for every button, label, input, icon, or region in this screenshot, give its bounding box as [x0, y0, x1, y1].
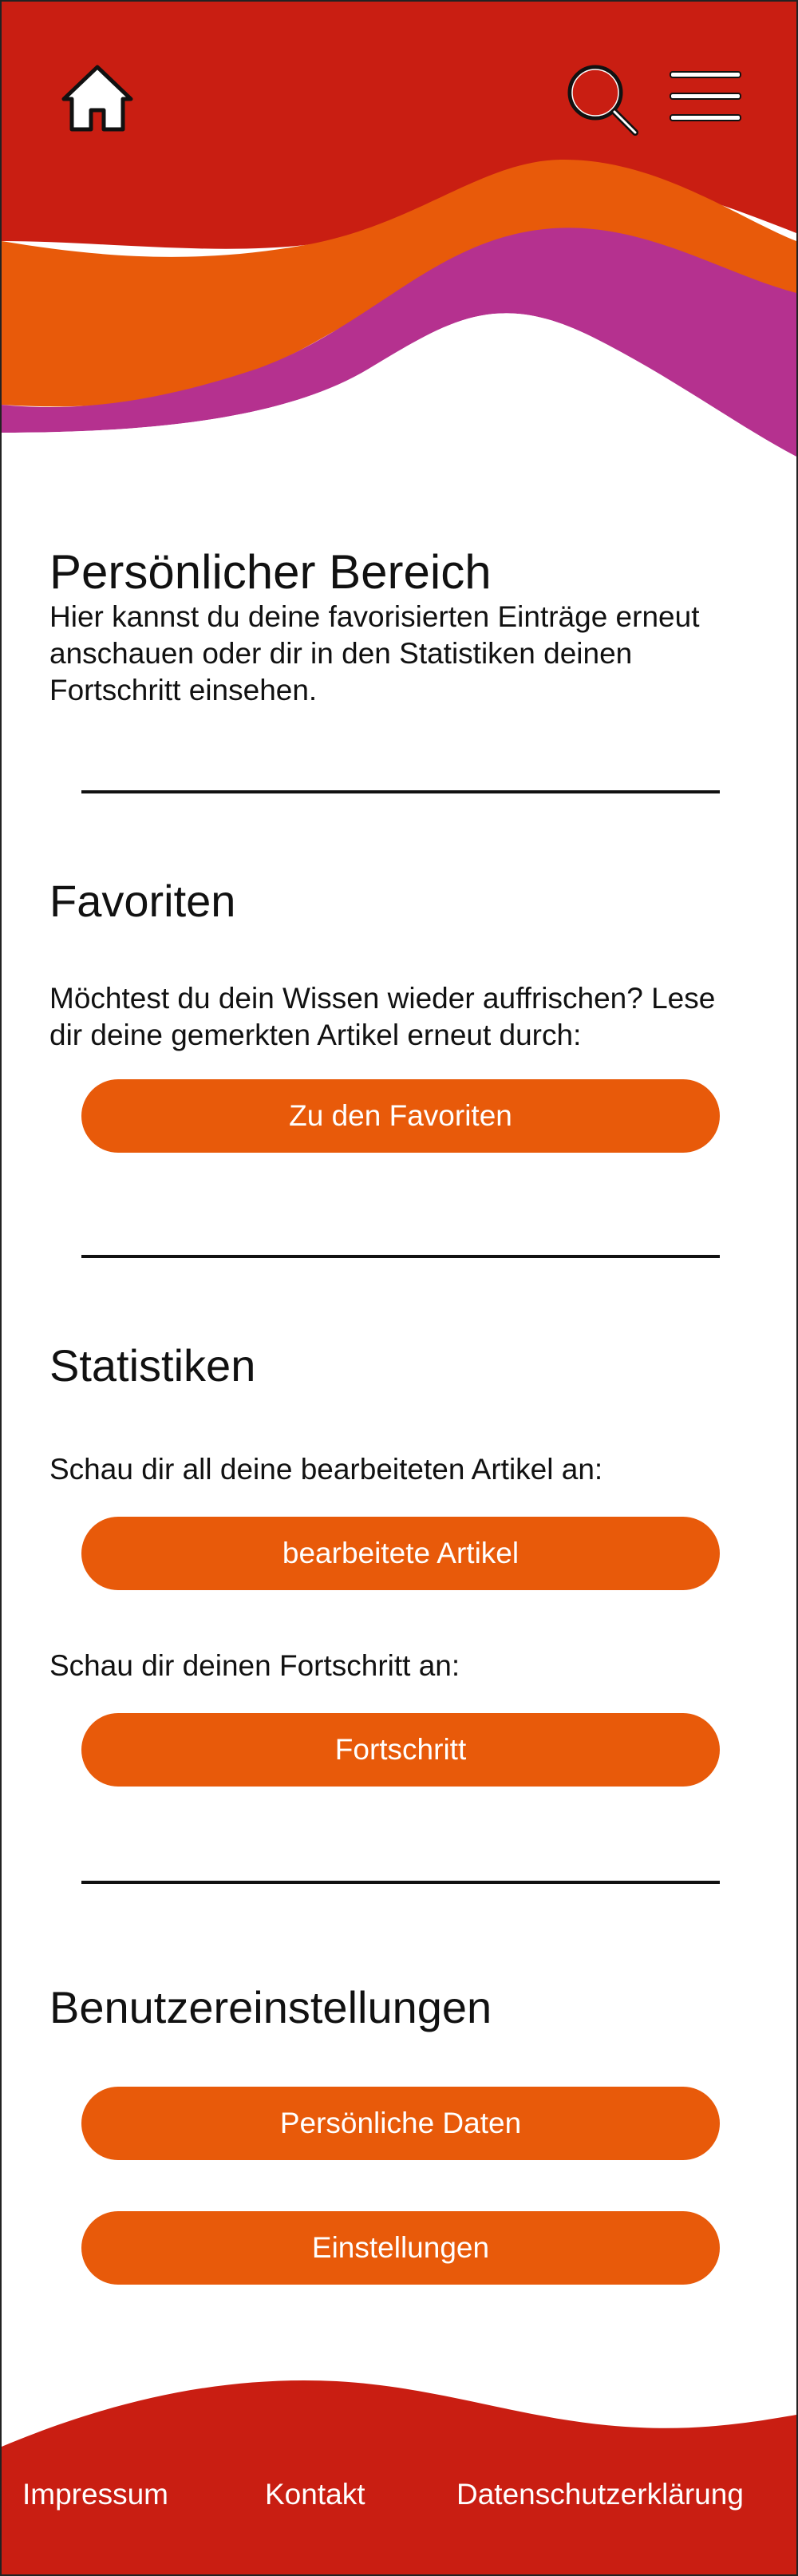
settings-button[interactable]: Einstellungen — [81, 2211, 720, 2285]
search-icon[interactable] — [565, 62, 638, 136]
user-settings-title: Benutzereinstellungen — [49, 1982, 492, 2032]
footer-links: Impressum Kontakt Datenschutzerklärung — [2, 2475, 796, 2523]
footer: Impressum Kontakt Datenschutzerklärung — [2, 2375, 796, 2574]
progress-button[interactable]: Fortschritt — [81, 1713, 720, 1787]
edited-articles-button[interactable]: bearbeitete Artikel — [81, 1517, 720, 1590]
page-title: Persönlicher Bereich — [49, 545, 492, 599]
statistics-title: Statistiken — [49, 1340, 256, 1391]
favorites-title: Favoriten — [49, 876, 236, 926]
favorites-text: Möchtest du dein Wissen wieder auffrisch… — [49, 982, 716, 1051]
articles-text: Schau dir all deine bearbeiteten Artikel… — [49, 1453, 603, 1486]
home-icon[interactable] — [59, 62, 136, 134]
impressum-link[interactable]: Impressum — [22, 2475, 168, 2515]
favorites-button[interactable]: Zu den Favoriten — [81, 1079, 720, 1153]
page: Persönlicher Bereich Hier kannst du dein… — [0, 0, 798, 2576]
intro-text: Hier kannst du deine favorisierten Eintr… — [49, 600, 700, 706]
divider — [81, 790, 720, 793]
progress-text: Schau dir deinen Fortschritt an: — [49, 1649, 460, 1682]
kontakt-link[interactable]: Kontakt — [265, 2475, 365, 2515]
hamburger-menu-icon[interactable] — [669, 70, 742, 123]
personal-data-button[interactable]: Persönliche Daten — [81, 2087, 720, 2160]
header — [2, 2, 796, 481]
divider — [81, 1255, 720, 1258]
privacy-policy-link[interactable]: Datenschutzerklärung — [456, 2475, 744, 2515]
divider — [81, 1881, 720, 1884]
